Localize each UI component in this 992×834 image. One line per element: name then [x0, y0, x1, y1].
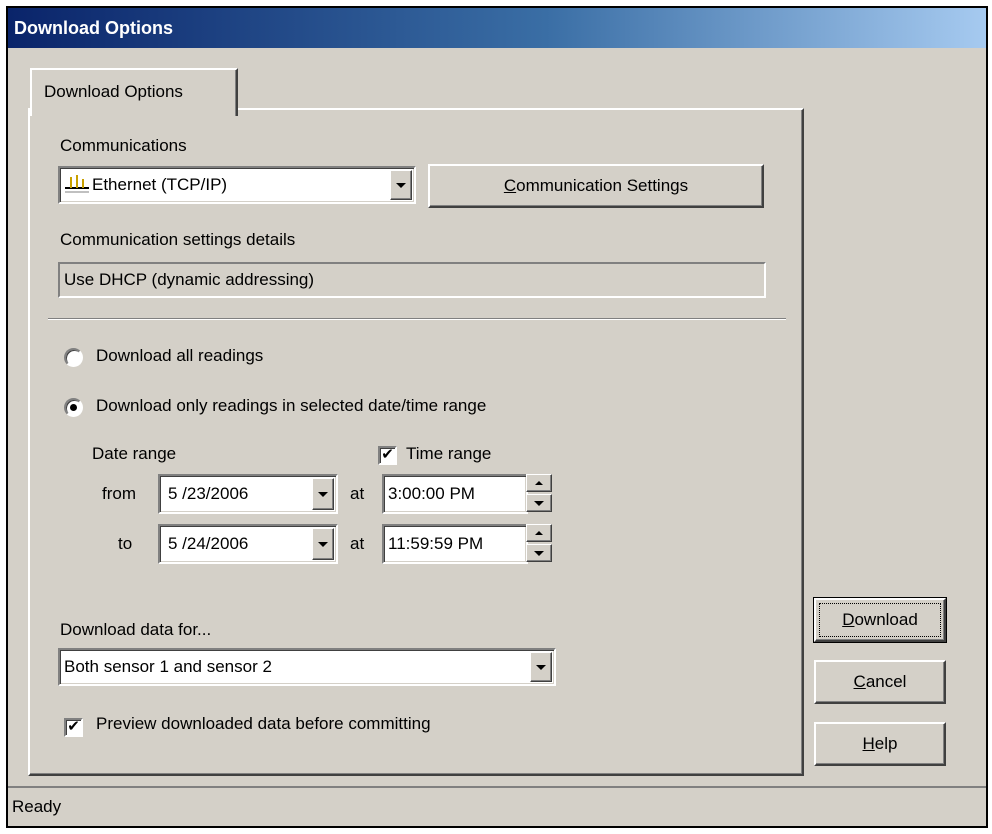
time-range-label[interactable]: Time range	[406, 444, 491, 464]
from-time-spin-down[interactable]	[526, 494, 552, 512]
communication-details-value: Use DHCP (dynamic addressing)	[64, 270, 315, 289]
date-range-label: Date range	[92, 444, 177, 463]
from-date-value: 5 /23/2006	[168, 484, 249, 503]
chevron-down-icon	[534, 550, 544, 556]
chevron-down-icon	[534, 500, 544, 506]
communications-selected: Ethernet (TCP/IP)	[92, 175, 228, 194]
chevron-down-icon	[318, 541, 328, 547]
preview-checkbox[interactable]: ✔	[64, 718, 83, 737]
download-all-label[interactable]: Download all readings	[96, 346, 263, 366]
to-at-label: at	[350, 534, 365, 553]
help-button-label: Help	[863, 734, 898, 754]
label-rest: elp	[874, 734, 898, 753]
cancel-button[interactable]: Cancel	[814, 660, 946, 704]
checkmark-icon: ✔	[381, 446, 394, 463]
label-rest: ancel	[865, 672, 907, 691]
focus-rect	[819, 603, 941, 637]
download-data-for-label: Download data for...	[60, 620, 212, 639]
download-data-for-dropdown[interactable]: Both sensor 1 and sensor 2	[58, 648, 556, 686]
status-bar: Ready	[8, 786, 986, 826]
chevron-up-icon	[535, 481, 543, 485]
tab-download-options[interactable]: Download Options	[30, 68, 238, 116]
cancel-button-label: Cancel	[854, 672, 907, 692]
title-bar[interactable]: Download Options	[8, 8, 986, 48]
window-title: Download Options	[14, 18, 173, 38]
mnemonic-c: C	[853, 672, 866, 691]
communications-dropdown-button[interactable]	[390, 170, 412, 200]
from-time-spin-up[interactable]	[526, 474, 552, 492]
to-label: to	[118, 534, 133, 553]
chevron-down-icon	[318, 491, 328, 497]
radio-download-all[interactable]	[64, 348, 83, 367]
to-date-value: 5 /24/2006	[168, 534, 249, 553]
download-range-label[interactable]: Download only readings in selected date/…	[96, 396, 486, 416]
download-data-for-dropdown-button[interactable]	[530, 652, 552, 682]
chevron-up-icon	[535, 531, 543, 535]
from-date-picker[interactable]: 5 /23/2006	[158, 474, 338, 514]
to-time-spin-down[interactable]	[526, 544, 552, 562]
from-time-value: 3:00:00 PM	[388, 484, 475, 503]
to-date-dropdown-button[interactable]	[312, 528, 334, 560]
label-rest: ommunication Settings	[516, 176, 689, 195]
from-date-dropdown-button[interactable]	[312, 478, 334, 510]
mnemonic-c: C	[503, 176, 517, 195]
to-time-field[interactable]: 11:59:59 PM	[382, 524, 528, 564]
to-date-picker[interactable]: 5 /24/2006	[158, 524, 338, 564]
radio-selected-dot	[70, 404, 77, 411]
time-range-checkbox[interactable]: ✔	[378, 446, 397, 465]
preview-label[interactable]: Preview downloaded data before committin…	[96, 714, 431, 734]
chevron-down-icon	[536, 664, 546, 670]
network-icon	[64, 174, 90, 201]
to-time-value: 11:59:59 PM	[388, 534, 484, 553]
tab-label: Download Options	[44, 82, 183, 101]
communications-dropdown[interactable]: Ethernet (TCP/IP)	[58, 166, 416, 204]
communication-details-field: Use DHCP (dynamic addressing)	[58, 262, 766, 298]
download-options-dialog: Download Options Download Options Commun…	[6, 6, 988, 828]
to-time-spin-up[interactable]	[526, 524, 552, 542]
checkmark-icon: ✔	[67, 718, 80, 735]
from-at-label: at	[350, 484, 365, 503]
chevron-down-icon	[396, 182, 406, 188]
download-button[interactable]: Download	[813, 597, 947, 643]
communication-settings-label: Communication Settings	[504, 176, 688, 196]
from-label: from	[102, 484, 136, 503]
download-data-for-selected: Both sensor 1 and sensor 2	[64, 657, 272, 676]
status-text: Ready	[12, 797, 62, 816]
separator	[48, 318, 786, 320]
from-time-field[interactable]: 3:00:00 PM	[382, 474, 528, 514]
communications-label: Communications	[60, 136, 187, 155]
radio-download-range[interactable]	[64, 398, 83, 417]
help-button[interactable]: Help	[814, 722, 946, 766]
communication-details-label: Communication settings details	[60, 230, 296, 249]
communication-settings-button[interactable]: Communication Settings	[428, 164, 764, 208]
mnemonic-h: H	[862, 734, 875, 753]
